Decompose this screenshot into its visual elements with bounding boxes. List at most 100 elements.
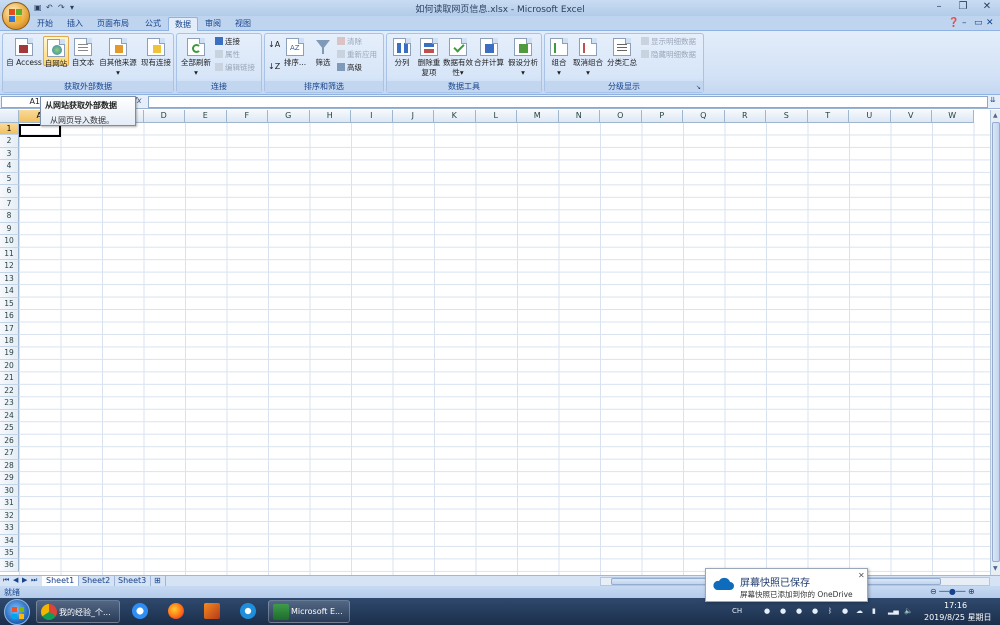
column-header-N[interactable]: N xyxy=(558,110,600,123)
row-header-4[interactable]: 4 xyxy=(0,160,19,173)
column-header-U[interactable]: U xyxy=(849,110,891,123)
from-access-button[interactable]: 自 Access xyxy=(5,36,43,68)
tab-insert[interactable]: 插入 xyxy=(61,17,89,31)
row-header-3[interactable]: 3 xyxy=(0,147,19,161)
vertical-scrollbar[interactable]: ▲ ▼ xyxy=(990,110,1000,575)
power-icon[interactable]: ▮ xyxy=(872,607,880,615)
column-header-O[interactable]: O xyxy=(600,110,642,123)
column-header-G[interactable]: G xyxy=(268,110,310,123)
column-header-M[interactable]: M xyxy=(517,110,559,123)
row-header-30[interactable]: 30 xyxy=(0,484,19,498)
input-method-icon[interactable]: CH xyxy=(732,607,742,615)
row-header-18[interactable]: 18 xyxy=(0,334,19,348)
sort-descending-icon[interactable]: ↓Z xyxy=(268,62,280,72)
column-header-V[interactable]: V xyxy=(890,110,932,123)
what-if-analysis-button[interactable]: 假设分析 ▾ xyxy=(505,36,541,78)
cell-area[interactable] xyxy=(19,123,990,575)
sort-ascending-icon[interactable]: ↓A xyxy=(268,40,280,50)
sheet-tab-3[interactable]: Sheet3 xyxy=(114,576,152,586)
column-header-K[interactable]: K xyxy=(434,110,476,123)
row-header-28[interactable]: 28 xyxy=(0,459,19,473)
ribbon-restore-icon[interactable]: ▭ xyxy=(974,18,983,28)
column-header-E[interactable]: E xyxy=(185,110,227,123)
advanced-button[interactable]: 高级 xyxy=(337,63,362,73)
network-icon[interactable]: ▂▄ xyxy=(888,607,899,615)
tray-app-icon[interactable]: ● xyxy=(764,607,772,615)
column-header-Q[interactable]: Q xyxy=(683,110,725,123)
worksheet-grid[interactable]: ABCDEFGHIJKLMNOPQRSTUVW 1234567891011121… xyxy=(0,110,990,575)
row-header-19[interactable]: 19 xyxy=(0,347,19,360)
expand-formula-bar-icon[interactable]: ⇊ xyxy=(990,96,999,108)
from-web-button[interactable]: 自网站 xyxy=(43,36,69,68)
zoom-slider[interactable]: ⊖ ──●── ⊕ xyxy=(930,587,975,596)
hide-detail-button[interactable]: 隐藏明细数据 xyxy=(641,50,696,60)
column-header-R[interactable]: R xyxy=(724,110,766,123)
row-header-14[interactable]: 14 xyxy=(0,285,19,298)
row-header-23[interactable]: 23 xyxy=(0,397,19,410)
row-header-16[interactable]: 16 xyxy=(0,310,19,323)
row-header-32[interactable]: 32 xyxy=(0,509,19,523)
row-header-7[interactable]: 7 xyxy=(0,197,19,211)
dialog-launcher-icon[interactable]: ↘ xyxy=(696,84,701,91)
sort-button[interactable]: AZ 排序... xyxy=(281,36,309,68)
row-header-6[interactable]: 6 xyxy=(0,185,19,198)
taskbar-chrome[interactable]: 我的经验_个... xyxy=(36,600,120,623)
reapply-button[interactable]: 重新应用 xyxy=(337,50,377,60)
taskbar-ie[interactable] xyxy=(232,600,264,623)
clock-date[interactable]: 2019/8/25 星期日 xyxy=(924,612,992,623)
column-header-W[interactable]: W xyxy=(932,110,974,123)
start-button[interactable] xyxy=(4,599,30,625)
group-button[interactable]: 组合 ▾ xyxy=(547,36,571,78)
show-detail-button[interactable]: 显示明细数据 xyxy=(641,37,696,47)
taskbar-excel[interactable]: Microsoft E... xyxy=(268,600,350,623)
onedrive-tray-icon[interactable]: ☁ xyxy=(856,607,864,615)
vertical-scroll-thumb[interactable] xyxy=(992,122,1000,562)
existing-connections-button[interactable]: 现有连接 xyxy=(139,36,173,68)
prev-sheet-icon[interactable]: ◀ xyxy=(13,576,18,584)
row-header-24[interactable]: 24 xyxy=(0,409,19,423)
filter-button[interactable]: 筛选 xyxy=(311,36,335,68)
row-header-33[interactable]: 33 xyxy=(0,522,19,535)
first-sheet-icon[interactable]: ⏮ xyxy=(3,576,9,585)
data-validation-button[interactable]: 数据有效性▾ xyxy=(443,36,473,78)
close-icon[interactable]: ✕ xyxy=(858,571,865,580)
ungroup-button[interactable]: 取消组合 ▾ xyxy=(571,36,605,78)
tab-view[interactable]: 视图 xyxy=(229,17,257,31)
row-header-2[interactable]: 2 xyxy=(0,135,19,148)
next-sheet-icon[interactable]: ▶ xyxy=(22,576,27,584)
row-header-10[interactable]: 10 xyxy=(0,235,19,248)
refresh-all-button[interactable]: 全部刷新 ▾ xyxy=(179,36,213,78)
taskbar-baidu-netdisk[interactable] xyxy=(124,600,156,623)
column-header-F[interactable]: F xyxy=(226,110,268,123)
row-header-5[interactable]: 5 xyxy=(0,172,19,186)
column-header-T[interactable]: T xyxy=(807,110,849,123)
onedrive-notification[interactable]: 屏幕快照已保存 屏幕快照已添加到你的 OneDrive ✕ xyxy=(705,568,868,602)
last-sheet-icon[interactable]: ⏭ xyxy=(31,576,37,585)
connections-button[interactable]: 连接 xyxy=(215,37,240,47)
restore-button[interactable]: ❐ xyxy=(952,0,974,14)
formula-input[interactable] xyxy=(148,96,988,108)
row-header-21[interactable]: 21 xyxy=(0,372,19,385)
row-header-35[interactable]: 35 xyxy=(0,546,19,560)
row-header-8[interactable]: 8 xyxy=(0,210,19,223)
sheet-tab-1[interactable]: Sheet1 xyxy=(42,576,80,586)
column-header-S[interactable]: S xyxy=(766,110,808,123)
row-header-22[interactable]: 22 xyxy=(0,384,19,398)
column-header-L[interactable]: L xyxy=(475,110,517,123)
scroll-up-icon[interactable]: ▲ xyxy=(993,112,998,119)
clear-button[interactable]: 清除 xyxy=(337,37,362,47)
row-header-26[interactable]: 26 xyxy=(0,434,19,448)
scroll-down-icon[interactable]: ▼ xyxy=(993,565,998,572)
column-header-H[interactable]: H xyxy=(309,110,351,123)
column-header-I[interactable]: I xyxy=(351,110,393,123)
row-header-36[interactable]: 36 xyxy=(0,559,19,572)
row-header-20[interactable]: 20 xyxy=(0,359,19,373)
tab-page-layout[interactable]: 页面布局 xyxy=(91,17,135,31)
row-header-13[interactable]: 13 xyxy=(0,272,19,286)
row-header-11[interactable]: 11 xyxy=(0,247,19,261)
row-header-25[interactable]: 25 xyxy=(0,422,19,435)
row-header-34[interactable]: 34 xyxy=(0,534,19,547)
row-header-17[interactable]: 17 xyxy=(0,322,19,335)
row-header-1[interactable]: 1 xyxy=(0,123,19,136)
ribbon-close-icon[interactable]: ✕ xyxy=(986,18,994,28)
